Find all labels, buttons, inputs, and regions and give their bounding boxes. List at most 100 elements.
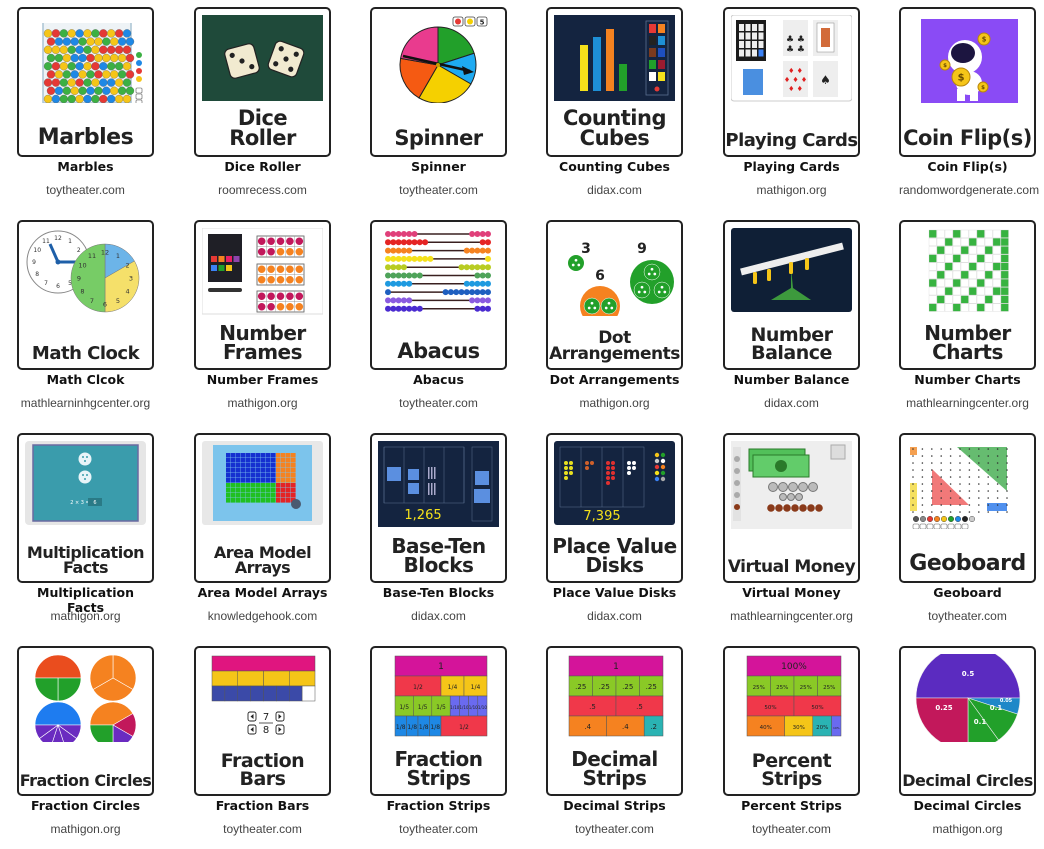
- bead[interactable]: [390, 272, 397, 279]
- bead[interactable]: [442, 289, 449, 296]
- fraction-piece[interactable]: [89, 724, 114, 742]
- tool-title[interactable]: Fraction Strips: [370, 798, 507, 813]
- palette-cube[interactable]: [649, 36, 656, 45]
- bead[interactable]: [463, 289, 470, 296]
- tool-title[interactable]: Abacus: [370, 372, 507, 387]
- bead[interactable]: [458, 289, 465, 296]
- number-cell[interactable]: [1000, 229, 1009, 238]
- bead[interactable]: [485, 231, 491, 237]
- number-cell[interactable]: [952, 287, 961, 296]
- color-picker-dot[interactable]: [136, 68, 142, 74]
- bead[interactable]: [463, 247, 470, 254]
- bead[interactable]: [479, 289, 486, 296]
- tool-card[interactable]: 7 8 Fraction Bars: [194, 646, 331, 796]
- resize-handle[interactable]: [291, 499, 301, 509]
- source-link[interactable]: mathlearninhgcenter.org: [21, 396, 150, 410]
- tool-card[interactable]: Marbles: [17, 7, 154, 157]
- palette-disk[interactable]: [660, 458, 666, 464]
- band-color-button[interactable]: [934, 515, 941, 522]
- tool-button[interactable]: [940, 523, 948, 529]
- counter[interactable]: [276, 265, 285, 274]
- tool-title[interactable]: Percent Strips: [723, 798, 860, 813]
- number-cell[interactable]: [944, 287, 953, 296]
- number-cell[interactable]: [952, 270, 961, 279]
- tool-card[interactable]: 2 × 3 = 6 Multiplication Facts: [17, 433, 154, 583]
- number-cell[interactable]: [952, 246, 961, 255]
- yellow-band[interactable]: [910, 483, 917, 511]
- tool-button[interactable]: [933, 523, 941, 529]
- number-cell[interactable]: [1000, 254, 1009, 263]
- palette-disk[interactable]: [654, 452, 660, 458]
- counter[interactable]: [286, 275, 294, 284]
- number-cell[interactable]: [952, 279, 961, 287]
- value-disk[interactable]: [606, 466, 610, 470]
- tool-title[interactable]: Spinner: [370, 159, 507, 174]
- bead[interactable]: [474, 247, 481, 254]
- bead[interactable]: [474, 305, 481, 312]
- bead[interactable]: [385, 297, 391, 304]
- hundred-flat[interactable]: [408, 469, 419, 480]
- bead[interactable]: [422, 255, 429, 262]
- number-cell[interactable]: [976, 246, 985, 255]
- number-cell[interactable]: [992, 303, 1001, 312]
- tool-card[interactable]: Number Balance: [723, 220, 860, 370]
- counter[interactable]: [267, 292, 275, 301]
- number-cell[interactable]: [936, 270, 945, 279]
- value-disk[interactable]: [585, 466, 589, 470]
- number-cell[interactable]: [952, 229, 961, 238]
- source-link[interactable]: toytheater.com: [928, 609, 1007, 623]
- bead[interactable]: [400, 239, 407, 246]
- palette-disk[interactable]: [660, 464, 666, 470]
- bead[interactable]: [385, 264, 391, 271]
- bead[interactable]: [485, 255, 491, 262]
- value-disk[interactable]: [564, 476, 568, 480]
- tool-title[interactable]: Fraction Bars: [194, 798, 331, 813]
- tool-title[interactable]: Math Clcok: [17, 372, 154, 387]
- fourth-bar[interactable]: [289, 670, 316, 687]
- bead[interactable]: [411, 255, 418, 262]
- value-disk[interactable]: [606, 471, 610, 475]
- tool-title[interactable]: Base-Ten Blocks: [370, 585, 507, 600]
- blue-band[interactable]: [987, 503, 1007, 511]
- bead[interactable]: [390, 239, 397, 246]
- control-button[interactable]: [135, 93, 143, 100]
- bead[interactable]: [390, 297, 397, 304]
- bead[interactable]: [469, 297, 476, 304]
- bead[interactable]: [416, 305, 423, 312]
- number-cell[interactable]: [976, 262, 985, 271]
- bead[interactable]: [479, 297, 486, 304]
- number-cell[interactable]: [984, 238, 993, 246]
- number-cell[interactable]: [976, 270, 985, 279]
- counter[interactable]: [267, 265, 275, 274]
- source-link[interactable]: toytheater.com: [399, 822, 478, 836]
- number-cell[interactable]: [984, 254, 993, 263]
- number-cell[interactable]: [992, 295, 1001, 304]
- bead[interactable]: [479, 239, 486, 246]
- value-disk[interactable]: [606, 461, 610, 465]
- value-disk[interactable]: [564, 466, 568, 470]
- bead[interactable]: [406, 255, 413, 262]
- counter[interactable]: [267, 302, 275, 311]
- bead[interactable]: [416, 255, 423, 262]
- number-cell[interactable]: [936, 238, 945, 246]
- coin[interactable]: [768, 482, 778, 492]
- bead[interactable]: [400, 264, 407, 271]
- bead[interactable]: [447, 289, 454, 296]
- bead[interactable]: [479, 305, 486, 312]
- bead[interactable]: [406, 231, 413, 237]
- bead[interactable]: [485, 289, 491, 296]
- number-cell[interactable]: [928, 246, 937, 255]
- number-cell[interactable]: [976, 254, 985, 263]
- bead[interactable]: [453, 289, 460, 296]
- value-disk[interactable]: [585, 461, 589, 465]
- tool-title[interactable]: Marbles: [17, 159, 154, 174]
- tool-button[interactable]: [912, 523, 920, 529]
- penny[interactable]: [791, 504, 799, 512]
- value-disk[interactable]: [590, 461, 594, 465]
- palette-cube[interactable]: [649, 48, 656, 57]
- tool-card[interactable]: Dice Roller: [194, 7, 331, 157]
- bead[interactable]: [469, 247, 476, 254]
- fraction-piece[interactable]: [57, 677, 82, 702]
- source-link[interactable]: toytheater.com: [46, 183, 125, 197]
- weight[interactable]: [789, 262, 793, 274]
